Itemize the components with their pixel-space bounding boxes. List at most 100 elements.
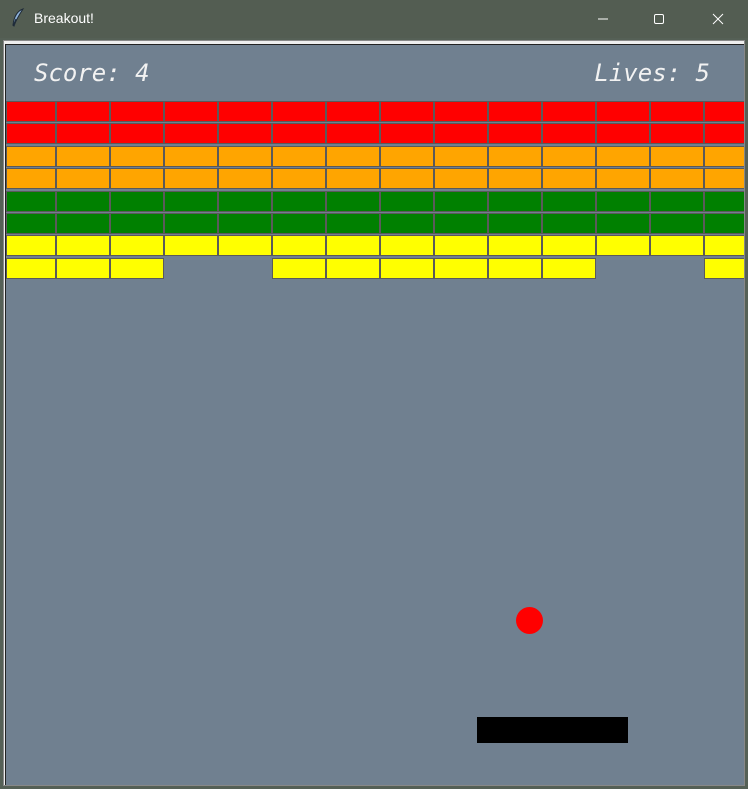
brick (434, 213, 488, 234)
brick (542, 146, 596, 167)
brick (542, 258, 596, 279)
brick (6, 258, 56, 279)
brick (650, 213, 704, 234)
minimize-icon (598, 18, 608, 20)
brick (164, 123, 218, 144)
brick (380, 235, 434, 256)
brick (326, 258, 380, 279)
brick (6, 168, 56, 189)
brick (650, 191, 704, 212)
maximize-button[interactable] (631, 0, 687, 38)
brick (704, 168, 744, 189)
score-display: Score: 4 (34, 59, 150, 87)
brick (650, 168, 704, 189)
brick (272, 101, 326, 122)
brick (272, 168, 326, 189)
brick (326, 235, 380, 256)
brick (6, 146, 56, 167)
brick (56, 123, 110, 144)
brick (56, 235, 110, 256)
brick (488, 213, 542, 234)
brick (596, 191, 650, 212)
brick (218, 168, 272, 189)
lives-display: Lives: 5 (594, 59, 710, 87)
brick (272, 123, 326, 144)
brick (326, 101, 380, 122)
brick (542, 191, 596, 212)
brick (380, 146, 434, 167)
brick (488, 258, 542, 279)
brick (488, 123, 542, 144)
brick (110, 101, 164, 122)
brick (218, 235, 272, 256)
brick (488, 146, 542, 167)
brick (272, 258, 326, 279)
brick (434, 168, 488, 189)
brick (110, 168, 164, 189)
brick (650, 123, 704, 144)
brick (704, 191, 744, 212)
brick (6, 191, 56, 212)
brick (650, 235, 704, 256)
brick (218, 101, 272, 122)
brick (542, 101, 596, 122)
brick (56, 213, 110, 234)
paddle[interactable] (477, 717, 628, 743)
brick (56, 168, 110, 189)
brick (488, 101, 542, 122)
brick (110, 213, 164, 234)
brick (380, 213, 434, 234)
game-canvas[interactable]: Score: 4 Lives: 5 (5, 44, 744, 785)
brick (650, 146, 704, 167)
brick (218, 123, 272, 144)
brick (110, 258, 164, 279)
brick (596, 101, 650, 122)
brick (704, 258, 744, 279)
brick (380, 101, 434, 122)
brick (434, 101, 488, 122)
brick (488, 235, 542, 256)
brick (596, 168, 650, 189)
brick (272, 213, 326, 234)
brick (218, 191, 272, 212)
window-title: Breakout! (34, 10, 94, 26)
brick (6, 101, 56, 122)
brick (326, 123, 380, 144)
brick (326, 146, 380, 167)
brick (434, 235, 488, 256)
brick (56, 258, 110, 279)
brick (6, 123, 56, 144)
close-icon (712, 13, 724, 25)
brick (6, 213, 56, 234)
brick (164, 101, 218, 122)
brick (704, 235, 744, 256)
minimize-button[interactable] (575, 0, 631, 38)
brick (110, 146, 164, 167)
brick (650, 101, 704, 122)
app-window: Breakout! Score: 4 Lives: 5 (0, 0, 748, 789)
brick (596, 146, 650, 167)
title-bar[interactable]: Breakout! (0, 0, 748, 38)
maximize-icon (654, 14, 664, 24)
brick (110, 123, 164, 144)
brick (434, 146, 488, 167)
brick (110, 235, 164, 256)
brick (164, 235, 218, 256)
brick (110, 191, 164, 212)
brick (434, 191, 488, 212)
brick (434, 123, 488, 144)
brick (164, 191, 218, 212)
brick (704, 213, 744, 234)
ball (516, 607, 543, 634)
brick (434, 258, 488, 279)
brick (704, 123, 744, 144)
close-button[interactable] (690, 0, 746, 38)
brick (704, 146, 744, 167)
brick (218, 213, 272, 234)
brick (326, 168, 380, 189)
brick (326, 213, 380, 234)
brick (542, 235, 596, 256)
brick (326, 191, 380, 212)
brick (542, 123, 596, 144)
brick (272, 191, 326, 212)
